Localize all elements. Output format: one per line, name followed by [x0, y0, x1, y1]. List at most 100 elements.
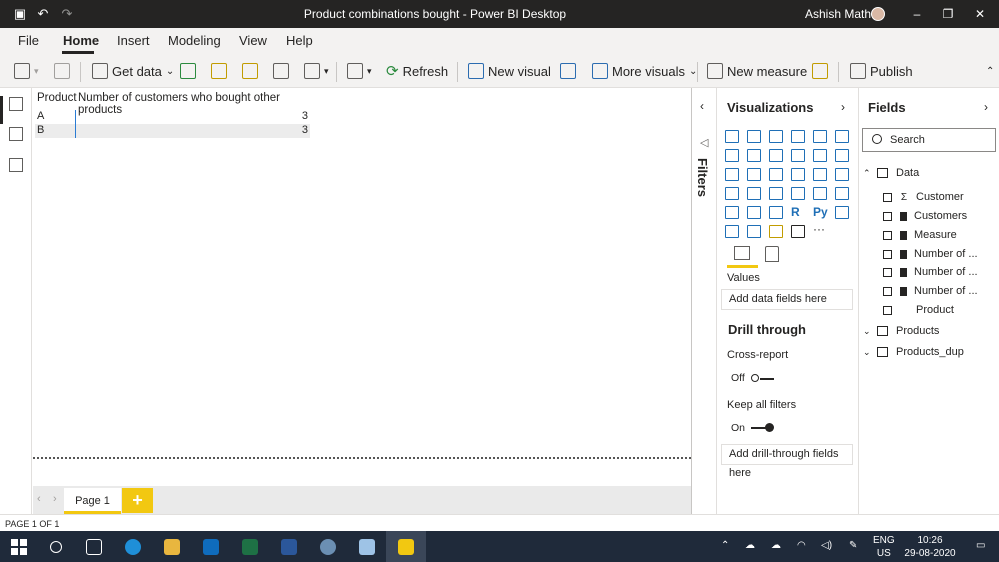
outlook-icon[interactable]	[203, 539, 219, 555]
funnel-icon[interactable]	[747, 168, 761, 181]
ribbon-chart-icon[interactable]	[835, 149, 849, 162]
pen-icon[interactable]: ✎	[849, 540, 857, 551]
notifications-icon[interactable]: ▭	[976, 540, 985, 551]
tab-insert[interactable]: Insert	[117, 33, 150, 48]
checkbox[interactable]	[883, 211, 892, 221]
paginated-report-icon[interactable]	[791, 225, 805, 238]
app-icon[interactable]	[359, 539, 375, 555]
excel-button[interactable]	[180, 62, 196, 80]
field-item[interactable]: Product	[883, 304, 954, 316]
field-item[interactable]: Number of ...	[883, 248, 978, 260]
field-item[interactable]: Customers	[883, 210, 967, 222]
restore-icon[interactable]: ❐	[940, 6, 956, 22]
enter-data-button[interactable]	[273, 62, 289, 80]
app-icon[interactable]	[320, 539, 336, 555]
table-row[interactable]: A 3	[35, 110, 310, 124]
scatter-icon[interactable]	[769, 168, 783, 181]
word-icon[interactable]	[281, 539, 297, 555]
checkbox[interactable]	[883, 286, 892, 296]
checkbox[interactable]	[883, 192, 892, 202]
map-icon[interactable]	[725, 187, 739, 200]
new-visual-button[interactable]: New visual	[468, 62, 551, 80]
get-data-button[interactable]: Get data ⌄	[92, 62, 174, 80]
tab-help[interactable]: Help	[286, 33, 313, 48]
table-node-products[interactable]: ⌄ Products	[863, 325, 939, 337]
chevron-left-icon[interactable]: ‹	[700, 99, 704, 113]
search-icon[interactable]	[50, 541, 62, 553]
tab-modeling[interactable]: Modeling	[168, 33, 221, 48]
quick-measure-button[interactable]	[812, 62, 828, 80]
r-visual-icon[interactable]: R	[791, 206, 805, 219]
chevron-up-icon[interactable]: ⌃	[721, 540, 729, 551]
gauge-icon[interactable]	[769, 187, 783, 200]
task-view-icon[interactable]	[86, 539, 102, 555]
table-icon[interactable]	[747, 206, 761, 219]
table-row[interactable]: B 3	[35, 124, 310, 138]
checkbox[interactable]	[883, 230, 892, 240]
clustered-bar-icon[interactable]	[769, 130, 783, 143]
input-language[interactable]: ENG US	[873, 534, 895, 560]
donut-chart-icon[interactable]	[813, 168, 827, 181]
volume-icon[interactable]: ◁)	[821, 540, 832, 551]
stacked-area-icon[interactable]	[769, 149, 783, 162]
card-icon[interactable]	[791, 187, 805, 200]
page-tab-1[interactable]: Page 1	[64, 488, 121, 514]
slicer-icon[interactable]	[725, 206, 739, 219]
fields-search-input[interactable]: Search	[862, 128, 996, 152]
field-item[interactable]: Measure	[883, 229, 957, 241]
more-options-icon[interactable]: ···	[813, 223, 827, 238]
decomposition-tree-icon[interactable]	[725, 225, 739, 238]
waterfall-icon[interactable]	[725, 168, 739, 181]
checkbox[interactable]	[883, 267, 892, 277]
wifi-icon[interactable]: ◠	[797, 540, 806, 551]
chevron-right-icon[interactable]: ›	[984, 100, 988, 114]
next-page-icon[interactable]: ›	[53, 493, 57, 505]
100-bar-icon[interactable]	[813, 130, 827, 143]
edge-icon[interactable]	[125, 539, 141, 555]
ribbon-collapse-button[interactable]: ⌃	[986, 62, 994, 80]
field-item[interactable]: Σ Customer	[883, 191, 964, 203]
column-header-product[interactable]: Product	[35, 92, 77, 110]
file-explorer-icon[interactable]	[164, 539, 180, 555]
onedrive-icon[interactable]: ☁	[771, 540, 781, 551]
table-node-products-dup[interactable]: ⌄ Products_dup	[863, 346, 964, 358]
table-node-data[interactable]: ⌃ Data	[863, 167, 919, 179]
tab-home[interactable]: Home	[63, 33, 99, 48]
kpi-icon[interactable]	[835, 187, 849, 200]
stacked-bar-icon[interactable]	[725, 130, 739, 143]
filled-map-icon[interactable]	[747, 187, 761, 200]
100-column-icon[interactable]	[835, 130, 849, 143]
minimize-icon[interactable]: –	[909, 6, 925, 22]
filters-label[interactable]: Filters	[695, 158, 710, 197]
line-column-icon[interactable]	[791, 149, 805, 162]
key-influencers-icon[interactable]	[835, 206, 849, 219]
field-item[interactable]: Number of ...	[883, 285, 978, 297]
new-measure-button[interactable]: New measure	[707, 62, 807, 80]
sql-server-button[interactable]	[242, 62, 258, 80]
more-visuals-button[interactable]: More visuals ⌄	[592, 62, 697, 80]
chevron-right-icon[interactable]: ›	[841, 100, 845, 114]
close-icon[interactable]: ✕	[972, 6, 988, 22]
values-drop-zone[interactable]: Add data fields here	[721, 289, 853, 310]
fields-well-icon[interactable]	[734, 246, 750, 260]
treemap-icon[interactable]	[835, 168, 849, 181]
line-chart-icon[interactable]	[725, 149, 739, 162]
excel-icon[interactable]	[242, 539, 258, 555]
clustered-column-icon[interactable]	[791, 130, 805, 143]
stacked-column-icon[interactable]	[747, 130, 761, 143]
transform-data-button[interactable]: ▾	[347, 62, 372, 80]
format-painter-button[interactable]	[54, 62, 70, 80]
checkbox[interactable]	[883, 305, 892, 315]
dataset-button[interactable]	[211, 62, 227, 80]
area-chart-icon[interactable]	[747, 149, 761, 162]
add-page-button[interactable]: +	[122, 488, 153, 513]
line-stacked-column-icon[interactable]	[813, 149, 827, 162]
model-view-icon[interactable]	[9, 158, 23, 172]
tab-view[interactable]: View	[239, 33, 267, 48]
smart-narrative-icon[interactable]	[769, 225, 783, 238]
paste-button[interactable]: ▾	[14, 62, 39, 80]
table-visual[interactable]: Product Number of customers who bought o…	[35, 92, 310, 138]
multi-row-card-icon[interactable]	[813, 187, 827, 200]
prev-page-icon[interactable]: ‹	[37, 493, 41, 505]
field-item[interactable]: Number of ...	[883, 266, 978, 278]
